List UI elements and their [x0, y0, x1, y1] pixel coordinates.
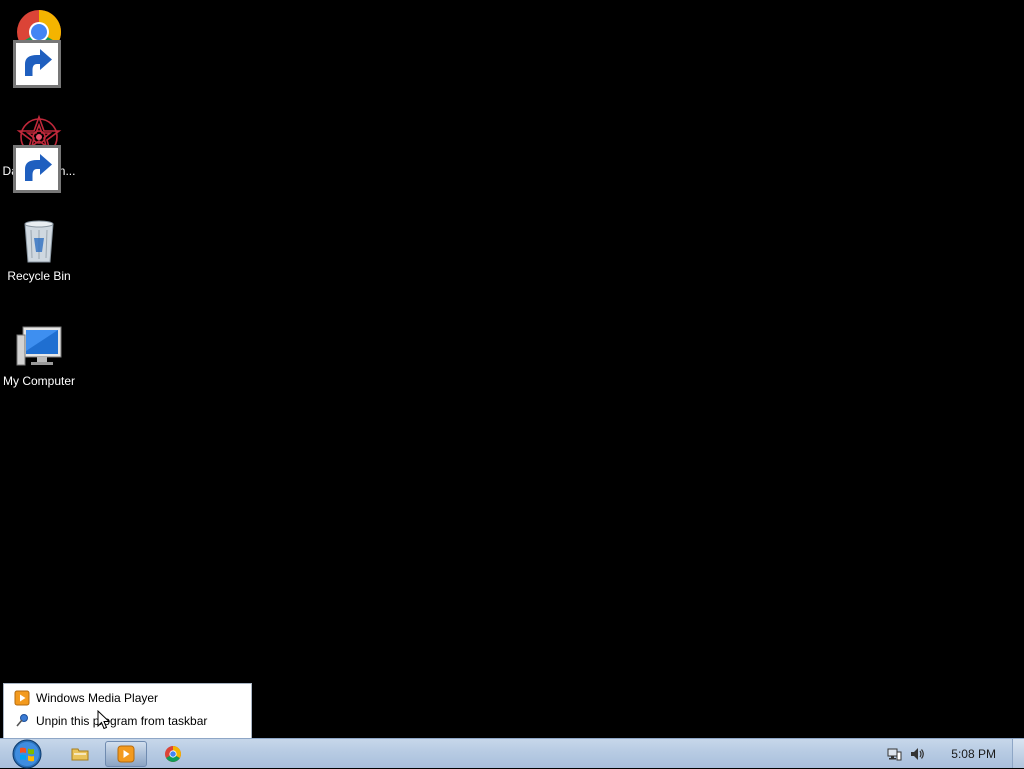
media-player-icon: [14, 690, 30, 706]
system-tray: 5:08 PM: [884, 739, 1024, 769]
jump-list-item-label: Unpin this program from taskbar: [36, 714, 208, 728]
jump-list-item-unpin[interactable]: Unpin this program from taskbar: [4, 711, 251, 731]
shortcut-arrow-icon: [13, 145, 61, 193]
chrome-icon: [164, 745, 182, 763]
desktop-icon-my-computer[interactable]: My Computer: [0, 323, 78, 389]
show-desktop-button[interactable]: [1012, 739, 1024, 768]
volume-icon[interactable]: [909, 746, 925, 762]
folder-icon: [71, 745, 89, 763]
taskbar-button-windows-explorer[interactable]: [59, 741, 101, 767]
recycle-bin-icon: [15, 218, 63, 266]
media-player-icon: [117, 745, 135, 763]
desktop-icon-label: Recycle Bin: [7, 269, 71, 283]
taskbar-button-google-chrome[interactable]: [152, 741, 194, 767]
unpin-icon: [14, 713, 30, 729]
shortcut-arrow-icon: [13, 40, 61, 88]
taskbar-jump-list: Windows Media Player Unpin this program …: [3, 683, 252, 739]
network-icon[interactable]: [886, 746, 902, 762]
datawagon-icon: [13, 113, 63, 193]
start-button[interactable]: [7, 739, 47, 769]
windows-logo-icon: [12, 739, 42, 769]
jump-list-item-windows-media-player[interactable]: Windows Media Player: [4, 688, 251, 708]
jump-list-item-label: Windows Media Player: [36, 691, 159, 705]
desktop-icon-google-chrome[interactable]: Google Chrome: [0, 8, 78, 89]
mouse-cursor-icon: [97, 710, 111, 730]
clock[interactable]: 5:08 PM: [951, 747, 996, 761]
desktop[interactable]: Google Chrome DataWagon...: [0, 0, 1024, 738]
desktop-icon-datawagon[interactable]: DataWagon...: [0, 113, 78, 193]
taskbar-button-windows-media-player[interactable]: [105, 741, 147, 767]
taskbar: 5:08 PM: [0, 738, 1024, 769]
desktop-icon-label: My Computer: [2, 374, 76, 388]
chrome-icon: [13, 8, 63, 88]
my-computer-icon: [15, 323, 63, 371]
desktop-icon-recycle-bin[interactable]: Recycle Bin: [0, 218, 78, 284]
